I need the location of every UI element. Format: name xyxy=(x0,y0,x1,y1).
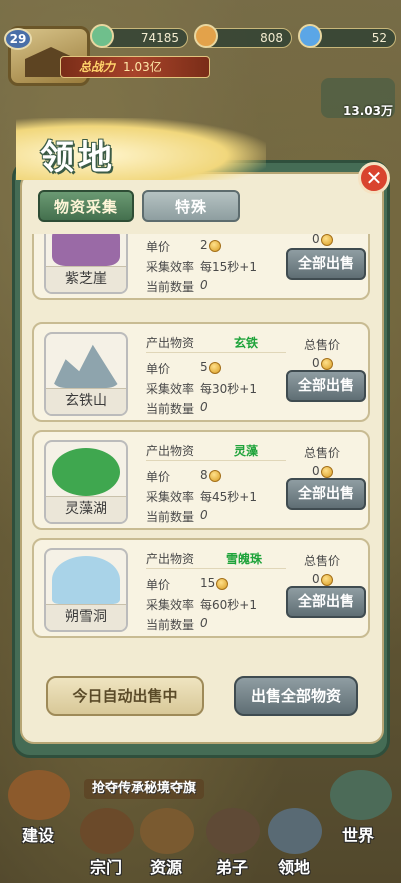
unit-price-label: 单价 xyxy=(146,470,171,484)
unit-price-value: 5 xyxy=(200,360,221,374)
coin-icon xyxy=(320,357,333,370)
current-count-value: 0 xyxy=(200,278,208,292)
coin-icon xyxy=(208,239,221,252)
output-material-label: 产出物资 xyxy=(146,444,195,458)
nav-world[interactable]: 世界 xyxy=(342,822,374,846)
output-material-value: 雪魄珠 xyxy=(226,552,263,566)
tab-special[interactable]: 特殊 xyxy=(142,190,240,222)
coin-icon xyxy=(216,577,229,590)
top-bar: 29 74185 808 52 总战力 1.03亿 13.03万 xyxy=(0,0,401,120)
efficiency-value: 每15秒+1 xyxy=(200,260,257,274)
unit-price-label: 单价 xyxy=(146,240,171,254)
territory-card-shuoxuedong: 朔雪洞 产出物资 雪魄珠 总售价 单价 15 0 采集效率 每60秒+1 当前数… xyxy=(32,538,370,638)
divider xyxy=(146,568,286,569)
territory-name: 玄铁山 xyxy=(46,388,126,414)
algae-lake-icon xyxy=(52,448,120,496)
unit-price-value: 15 xyxy=(200,576,229,590)
window-title: 领地 xyxy=(40,138,116,178)
treasure-value: 13.03万 xyxy=(343,104,393,118)
sell-all-button[interactable]: 全部出售 xyxy=(286,586,366,618)
efficiency-label: 采集效率 xyxy=(146,260,195,274)
disciples-icon[interactable] xyxy=(206,808,260,854)
current-count-value: 0 xyxy=(200,508,208,522)
output-material-value: 灵藻 xyxy=(234,444,259,458)
territory-thumbnail: 玄铁山 xyxy=(44,332,128,416)
efficiency-value: 每60秒+1 xyxy=(200,598,257,612)
spirit-orb-icon[interactable] xyxy=(194,24,218,48)
sell-all-button[interactable]: 全部出售 xyxy=(286,370,366,402)
total-price-value: 0 xyxy=(312,356,333,370)
world-icon[interactable] xyxy=(330,770,392,820)
divider xyxy=(146,352,286,353)
output-material-label: 产出物资 xyxy=(146,336,195,350)
territory-name: 灵藻湖 xyxy=(46,496,126,522)
combat-power-label: 总战力 xyxy=(79,60,116,74)
efficiency-label: 采集效率 xyxy=(146,490,195,504)
player-level: 29 xyxy=(4,28,32,50)
combat-power-bar: 总战力 1.03亿 xyxy=(60,56,210,78)
territory-thumbnail: 紫芝崖 xyxy=(44,234,128,294)
output-material-value: 玄铁 xyxy=(234,336,259,350)
current-count-value: 0 xyxy=(200,400,208,414)
efficiency-value: 每30秒+1 xyxy=(200,382,257,396)
current-count-label: 当前数量 xyxy=(146,618,195,632)
event-banner[interactable]: 抢夺传承秘境夺旗 xyxy=(84,779,204,799)
nav-sect[interactable]: 宗门 xyxy=(90,854,122,878)
territory-card-lingzaohu: 灵藻湖 产出物资 灵藻 总售价 单价 8 0 采集效率 每45秒+1 当前数量 … xyxy=(32,430,370,530)
nav-disciples[interactable]: 弟子 xyxy=(216,854,248,878)
unit-price-value: 2 xyxy=(200,238,221,252)
coin-icon xyxy=(208,361,221,374)
territory-card-xuantieshan: 玄铁山 产出物资 玄铁 总售价 单价 5 0 采集效率 每30秒+1 当前数量 … xyxy=(32,322,370,422)
unit-price-value: 8 xyxy=(200,468,221,482)
efficiency-label: 采集效率 xyxy=(146,598,195,612)
territory-card-zizhiya: 紫芝崖 产出物资 总售价 单价 2 0 采集效率 每15秒+1 当前数量 0 全… xyxy=(32,234,370,300)
territory-thumbnail: 灵藻湖 xyxy=(44,440,128,524)
territory-thumbnail: 朔雪洞 xyxy=(44,548,128,632)
total-price-value: 0 xyxy=(312,464,333,478)
sell-all-button[interactable]: 全部出售 xyxy=(286,248,366,280)
tab-material-collection[interactable]: 物资采集 xyxy=(38,190,134,222)
efficiency-label: 采集效率 xyxy=(146,382,195,396)
sell-all-materials-button[interactable]: 出售全部物资 xyxy=(234,676,358,716)
nav-territory[interactable]: 领地 xyxy=(278,854,310,878)
sect-icon[interactable] xyxy=(80,808,134,854)
current-count-label: 当前数量 xyxy=(146,280,195,294)
diamond-icon[interactable] xyxy=(298,24,322,48)
total-price-label: 总售价 xyxy=(304,554,341,568)
unit-price-label: 单价 xyxy=(146,578,171,592)
coin-icon xyxy=(320,573,333,586)
nav-build[interactable]: 建设 xyxy=(22,822,54,846)
total-price-value: 0 xyxy=(312,572,333,586)
unit-price-label: 单价 xyxy=(146,362,171,376)
efficiency-value: 每45秒+1 xyxy=(200,490,257,504)
build-icon[interactable] xyxy=(8,770,70,820)
sell-all-button[interactable]: 全部出售 xyxy=(286,478,366,510)
coin-icon xyxy=(320,465,333,478)
territory-list[interactable]: 紫芝崖 产出物资 总售价 单价 2 0 采集效率 每15秒+1 当前数量 0 全… xyxy=(28,234,376,646)
close-button[interactable]: ✕ xyxy=(358,162,390,194)
nav-resources[interactable]: 资源 xyxy=(150,854,182,878)
current-count-value: 0 xyxy=(200,616,208,630)
auto-sell-toggle-button[interactable]: 今日自动出售中 xyxy=(46,676,204,716)
current-count-label: 当前数量 xyxy=(146,510,195,524)
total-price-label: 总售价 xyxy=(304,338,341,352)
territory-name: 紫芝崖 xyxy=(46,266,126,292)
snow-cave-icon xyxy=(52,556,120,604)
iron-mountain-icon xyxy=(52,344,120,388)
output-material-label: 产出物资 xyxy=(146,552,195,566)
coin-icon xyxy=(208,469,221,482)
divider xyxy=(146,460,286,461)
jade-icon[interactable] xyxy=(90,24,114,48)
coin-icon xyxy=(320,234,333,246)
total-price-value: 0 xyxy=(312,234,333,246)
territory-name: 朔雪洞 xyxy=(46,604,126,630)
total-price-label: 总售价 xyxy=(304,446,341,460)
territory-icon[interactable] xyxy=(268,808,322,854)
purple-fungus-cliff-icon xyxy=(52,234,120,266)
combat-power-value: 1.03亿 xyxy=(123,60,162,74)
current-count-label: 当前数量 xyxy=(146,402,195,416)
resources-icon[interactable] xyxy=(140,808,194,854)
close-icon: ✕ xyxy=(365,166,383,190)
